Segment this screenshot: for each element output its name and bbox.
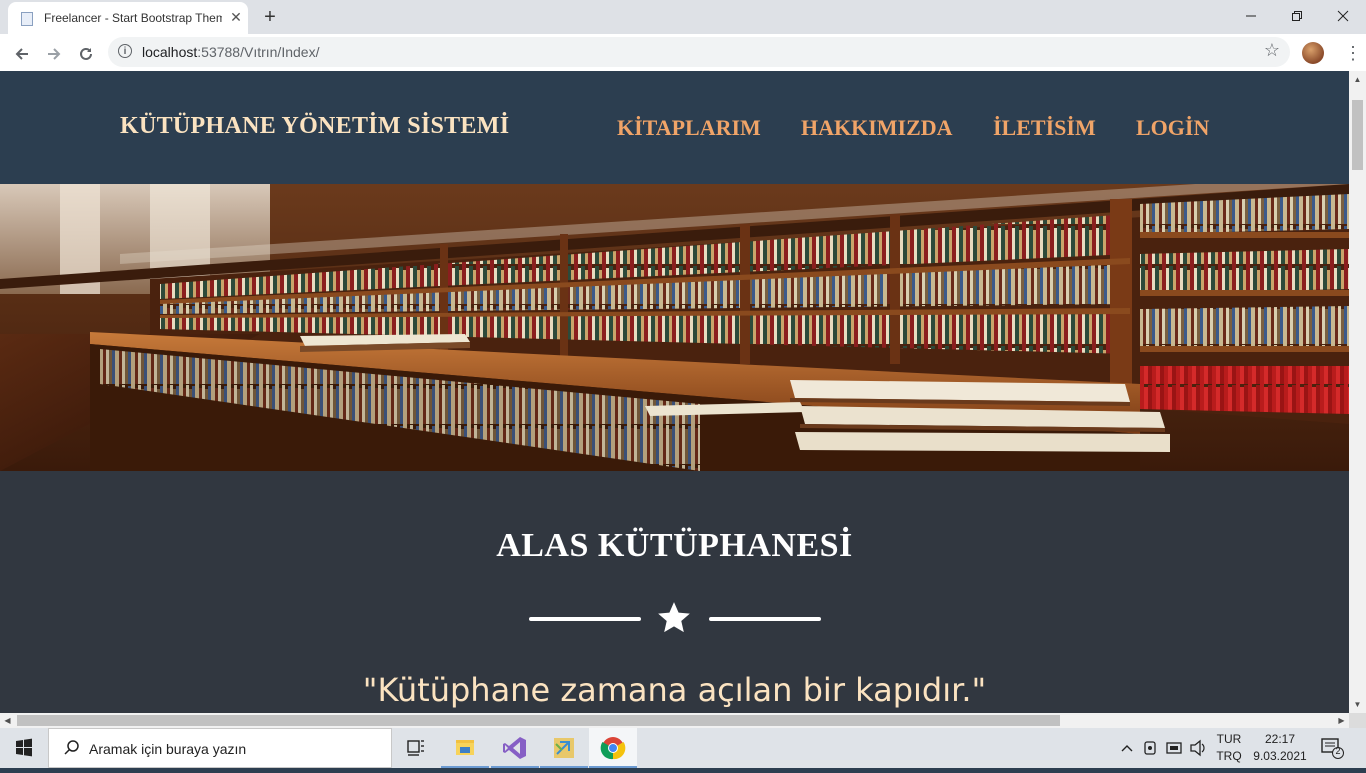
url-text: localhost:53788/Vıtrın/Index/ — [142, 44, 319, 60]
vertical-scroll-thumb[interactable] — [1352, 100, 1363, 170]
nav-link-hakkimizda[interactable]: HAKKIMIZDA — [801, 115, 953, 141]
show-hidden-icons-icon[interactable] — [1118, 728, 1136, 768]
page-viewport: KÜTÜPHANE YÖNETİM SİSTEMİ KİTAPLARIM HAK… — [0, 71, 1349, 713]
browser-tab-strip: Freelancer - Start Bootstrap Theme ✕ + — [0, 0, 1366, 34]
reload-icon[interactable] — [74, 41, 98, 65]
nav-link-iletisim[interactable]: İLETİSİM — [993, 115, 1096, 141]
vertical-scrollbar[interactable]: ▲ ▼ — [1349, 71, 1366, 713]
site-info-icon[interactable]: i — [118, 44, 132, 58]
section-title: ALAS KÜTÜPHANESİ — [496, 527, 853, 564]
site-navbar: KÜTÜPHANE YÖNETİM SİSTEMİ KİTAPLARIM HAK… — [0, 71, 1349, 184]
bookmark-star-icon[interactable]: ☆ — [1264, 40, 1280, 61]
windows-logo-icon — [16, 738, 32, 757]
profile-avatar[interactable] — [1302, 42, 1324, 64]
input-language[interactable]: TUR TRQ — [1212, 731, 1246, 765]
keyboard-layout: TRQ — [1216, 749, 1242, 763]
windows-taskbar: Aramak için buraya yazın TUR TRQ 22:17 9.0… — [0, 728, 1366, 768]
new-tab-button[interactable]: + — [259, 6, 281, 28]
file-explorer-icon[interactable] — [441, 728, 489, 768]
system-clock[interactable]: 22:17 9.03.2021 — [1248, 731, 1312, 765]
language-code: TUR — [1216, 732, 1242, 746]
close-window-icon[interactable] — [1320, 0, 1366, 30]
scroll-right-icon[interactable]: ▶ — [1334, 713, 1349, 728]
site-brand[interactable]: KÜTÜPHANE YÖNETİM SİSTEMİ — [120, 113, 509, 140]
minimize-icon[interactable] — [1228, 0, 1274, 30]
start-button[interactable] — [0, 728, 48, 768]
clock-time: 22:17 — [1264, 732, 1296, 746]
volume-icon[interactable] — [1188, 728, 1208, 768]
scrollbar-corner — [1349, 713, 1366, 728]
meet-now-icon[interactable] — [1142, 728, 1160, 768]
search-placeholder: Aramak için buraya yazın — [89, 741, 247, 757]
close-tab-icon[interactable]: ✕ — [228, 9, 244, 25]
back-icon[interactable] — [10, 41, 34, 65]
nav-link-login[interactable]: LOGİN — [1136, 115, 1209, 141]
browser-toolbar: i localhost:53788/Vıtrın/Index/ ☆ ⋮ — [0, 34, 1366, 72]
scroll-up-icon[interactable]: ▲ — [1349, 71, 1366, 88]
page-icon — [21, 12, 33, 26]
network-icon[interactable] — [1164, 728, 1184, 768]
search-icon — [64, 740, 79, 755]
notification-center-icon[interactable]: 2 — [1320, 737, 1344, 759]
horizontal-scrollbar[interactable]: ◀ ▶ — [0, 713, 1349, 728]
hero-library-image — [0, 184, 1349, 471]
browser-menu-icon[interactable]: ⋮ — [1344, 41, 1362, 65]
scroll-down-icon[interactable]: ▼ — [1349, 696, 1366, 713]
task-view-icon[interactable] — [392, 728, 440, 768]
scroll-left-icon[interactable]: ◀ — [0, 713, 15, 728]
quote-text: "Kütüphane zamana açılan bir kapıdır." — [362, 671, 987, 709]
address-bar[interactable]: i localhost:53788/Vıtrın/Index/ ☆ — [108, 37, 1290, 67]
notification-count: 2 — [1335, 746, 1341, 756]
divider-line-right — [709, 617, 821, 621]
divider-line-left — [529, 617, 641, 621]
nav-link-kitaplarim[interactable]: KİTAPLARIM — [617, 115, 761, 141]
chrome-icon[interactable] — [589, 728, 637, 768]
sql-tool-icon[interactable] — [540, 728, 588, 768]
url-host: localhost — [142, 44, 198, 60]
clock-date: 9.03.2021 — [1253, 749, 1307, 763]
horizontal-scroll-thumb[interactable] — [17, 715, 1060, 726]
visual-studio-icon[interactable] — [491, 728, 539, 768]
url-path: :53788/Vıtrın/Index/ — [197, 44, 320, 60]
star-icon — [655, 599, 693, 637]
taskbar-search[interactable]: Aramak için buraya yazın — [48, 728, 392, 768]
forward-icon[interactable] — [42, 41, 66, 65]
restore-icon[interactable] — [1274, 0, 1320, 30]
about-section: ALAS KÜTÜPHANESİ "Kütüphane zamana açıla… — [0, 471, 1349, 713]
browser-tab[interactable]: Freelancer - Start Bootstrap Theme ✕ — [8, 2, 248, 34]
tab-title: Freelancer - Start Bootstrap Theme — [44, 11, 222, 25]
